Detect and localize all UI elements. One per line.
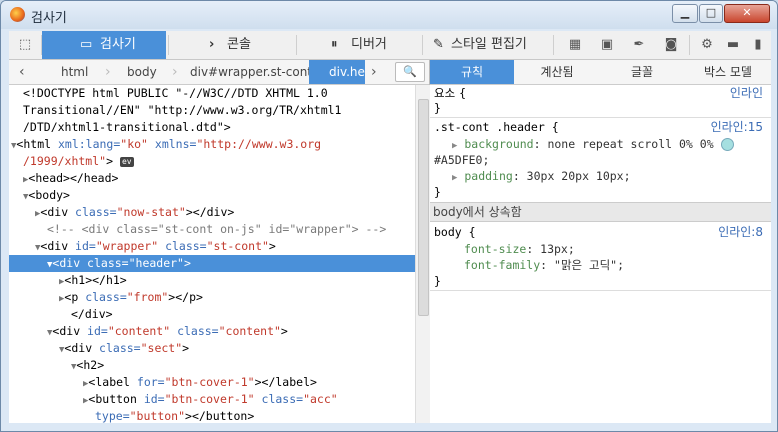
rule-close: } bbox=[434, 185, 441, 199]
film-icon[interactable]: ▦ bbox=[567, 37, 583, 53]
breadcrumb-item-wrapper[interactable]: div#wrapper.st-cont bbox=[190, 60, 310, 84]
tab-inspector-label: 검사기 bbox=[100, 37, 136, 52]
padding-declaration[interactable]: ▶ padding: 30px 20px 10px; bbox=[452, 168, 631, 184]
inherited-header: body에서 상속함 bbox=[430, 202, 771, 222]
tree-node[interactable]: <!-- <div class="st-cont on-js" id="wrap… bbox=[9, 221, 452, 238]
tab-computed[interactable]: 계산됨 bbox=[515, 60, 599, 84]
dock-side-icon[interactable]: ▮ bbox=[750, 37, 766, 53]
breadcrumb-scroll-right[interactable]: › bbox=[371, 60, 377, 84]
tree-node[interactable]: ▼<div id="wrapper" class="st-cont"> bbox=[9, 238, 440, 255]
sidebar-tabs: 규칙 계산됨 글꼴 박스 모델 bbox=[430, 60, 771, 85]
expand-triangle-icon: ▶ bbox=[452, 141, 458, 151]
tree-node-selected[interactable]: ▼<div class="header"> bbox=[9, 255, 452, 272]
markup-scrollbar[interactable] bbox=[415, 85, 430, 423]
rule-source-link[interactable]: 인라인:15 bbox=[711, 119, 763, 135]
dock-bottom-icon[interactable]: ▬ bbox=[725, 37, 741, 53]
inspector-icon: ▭ bbox=[80, 37, 93, 52]
element-rule-source[interactable]: 인라인 bbox=[730, 85, 763, 101]
tab-debugger[interactable]: ⏸ 디버거 bbox=[297, 31, 421, 59]
element-rule-selector: 요소 { bbox=[434, 86, 467, 100]
tab-box-model[interactable]: 박스 모델 bbox=[685, 60, 771, 84]
tab-rules[interactable]: 규칙 bbox=[430, 60, 514, 84]
event-badge[interactable]: ev bbox=[119, 156, 134, 167]
color-swatch[interactable] bbox=[720, 138, 734, 151]
tree-node[interactable]: ▼<h2> bbox=[9, 357, 476, 374]
minimize-button[interactable]: ▁ bbox=[672, 4, 698, 23]
background-color-value: #A5DFE0; bbox=[434, 153, 490, 167]
tree-node: /DTD/xhtml1-transitional.dtd"> bbox=[23, 120, 231, 134]
tree-node[interactable]: ▼<div id="content" class="content"> bbox=[9, 323, 452, 340]
tab-style-editor[interactable]: ✎ 스타일 편집기 bbox=[423, 31, 551, 59]
close-button[interactable]: ✕ bbox=[724, 4, 770, 23]
rule-close: } bbox=[434, 101, 441, 115]
rule-source-link[interactable]: 인라인:8 bbox=[718, 224, 763, 240]
pause-icon: ⏸ bbox=[331, 37, 338, 52]
tree-node[interactable]: ▼<html xml:lang="ko" xmlns="http://www.w… bbox=[9, 136, 416, 153]
screenshot-icon[interactable]: ◙ bbox=[663, 37, 679, 53]
tree-node[interactable]: ▶<h1></h1> bbox=[9, 272, 464, 289]
background-declaration[interactable]: ▶ background: none repeat scroll 0% 0% bbox=[452, 136, 734, 152]
expand-triangle-icon: ▶ bbox=[452, 173, 458, 183]
breadcrumb-scroll-left[interactable]: ‹ bbox=[19, 60, 25, 84]
breadcrumb-item-body[interactable]: body bbox=[127, 60, 167, 84]
maximize-button[interactable]: □ bbox=[699, 4, 723, 23]
breadcrumb: ‹ html › body › div#wrapper.st-cont div.… bbox=[9, 60, 429, 85]
search-icon[interactable]: 🔍 bbox=[395, 62, 425, 82]
tree-node[interactable]: </div> bbox=[9, 306, 476, 323]
pick-element-icon[interactable]: ⬚ bbox=[17, 37, 33, 53]
tree-node[interactable]: ▶<div class="now-stat"></div> bbox=[9, 204, 440, 221]
rule-close: } bbox=[434, 274, 441, 288]
tab-console-label: 콘솔 bbox=[227, 37, 251, 52]
breadcrumb-item-header[interactable]: div.he bbox=[309, 60, 365, 84]
rule-list: 요소 { 인라인 } .st-cont .header { 인라인:15 ▶ b… bbox=[430, 85, 771, 423]
tab-style-editor-label: 스타일 편집기 bbox=[451, 37, 527, 52]
frame-icon[interactable]: ▣ bbox=[599, 37, 615, 53]
rule-selector[interactable]: body { bbox=[434, 224, 476, 240]
tab-console[interactable]: › 콘솔 bbox=[169, 31, 295, 59]
firefox-icon bbox=[10, 7, 25, 22]
tab-inspector[interactable]: ▭ 검사기 bbox=[42, 31, 166, 59]
tab-debugger-label: 디버거 bbox=[351, 37, 387, 52]
devtools-toolbar: ⬚ ▭ 검사기 › 콘솔 ⏸ 디버거 ✎ 스타일 편집기 ▦ ▣ ✒ ◙ ⚙ ▬… bbox=[9, 31, 771, 60]
markup-tree: <!DOCTYPE html PUBLIC "-//W3C//DTD XHTML… bbox=[9, 85, 452, 423]
pencil-icon: ✎ bbox=[433, 37, 444, 52]
window-title: 검사기 bbox=[31, 11, 67, 26]
tab-fonts[interactable]: 글꼴 bbox=[600, 60, 684, 84]
title-bar[interactable]: 검사기 ▁ □ ✕ bbox=[1, 1, 777, 29]
scrollbar-thumb[interactable] bbox=[418, 99, 429, 316]
tree-node[interactable]: ▼<div class="sect"> bbox=[9, 340, 464, 357]
inspector-window: 검사기 ▁ □ ✕ ⬚ ▭ 검사기 › 콘솔 ⏸ 디버거 ✎ 스타일 편집기 ▦… bbox=[0, 0, 778, 432]
markup-panel: ‹ html › body › div#wrapper.st-cont div.… bbox=[9, 60, 452, 423]
console-icon: › bbox=[209, 37, 215, 52]
font-family-declaration[interactable]: font-family: "맑은 고딕"; bbox=[464, 257, 624, 273]
rule-selector[interactable]: .st-cont .header { bbox=[434, 119, 559, 135]
tree-node[interactable]: ▶<head></head> bbox=[9, 170, 428, 187]
tree-node[interactable]: <!DOCTYPE html PUBLIC "-//W3C//DTD XHTML… bbox=[9, 85, 428, 102]
rules-panel: 규칙 계산됨 글꼴 박스 모델 요소 { 인라인 } .st-cont .hea… bbox=[430, 60, 771, 423]
breadcrumb-item-html[interactable]: html bbox=[61, 60, 101, 84]
tree-node: Transitional//EN" "http://www.w3.org/TR/… bbox=[23, 103, 342, 117]
tree-node: /1999/xhtml"> ev bbox=[23, 154, 134, 168]
tree-node[interactable]: ▶<p class="from"></p> bbox=[9, 289, 464, 306]
tree-node[interactable]: ▼<body> bbox=[9, 187, 428, 204]
gear-icon[interactable]: ⚙ bbox=[699, 37, 715, 53]
eyedropper-icon[interactable]: ✒ bbox=[631, 37, 647, 53]
font-size-declaration[interactable]: font-size: 13px; bbox=[464, 241, 575, 257]
